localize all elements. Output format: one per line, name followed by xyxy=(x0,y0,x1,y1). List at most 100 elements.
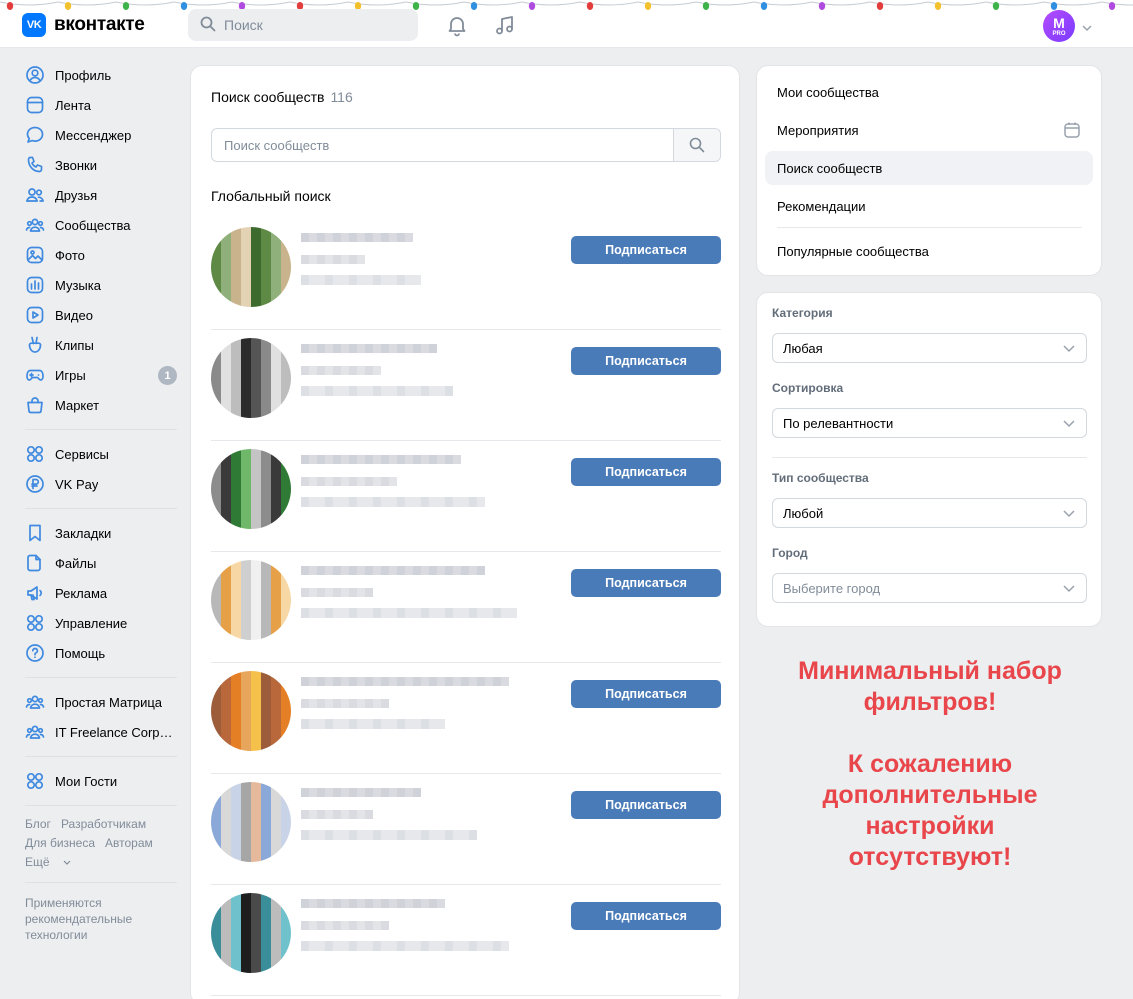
chevron-down-icon xyxy=(1062,417,1076,432)
page-title-text: Поиск сообществ xyxy=(211,89,325,105)
communities-icon xyxy=(25,722,45,742)
community-avatar[interactable] xyxy=(211,227,291,307)
sidebar-item-видео[interactable]: Видео xyxy=(22,300,182,330)
footer-link-developers[interactable]: Разработчикам xyxy=(61,817,146,831)
sidebar-item-звонки[interactable]: Звонки xyxy=(22,150,182,180)
footer-link-more[interactable]: Ещё xyxy=(25,855,71,869)
search-button[interactable] xyxy=(673,129,720,161)
community-type-select[interactable]: Любой xyxy=(772,498,1087,528)
sidebar-divider xyxy=(25,508,177,509)
category-select[interactable]: Любая xyxy=(772,333,1087,363)
category-label: Категория xyxy=(772,306,833,320)
subscribe-button[interactable]: Подписаться xyxy=(571,347,721,375)
user-avatar[interactable]: M PRO xyxy=(1043,10,1075,42)
city-placeholder: Выберите город xyxy=(783,580,881,596)
sidebar-item-сообщества[interactable]: Сообщества xyxy=(22,210,182,240)
sidebar-item-label: Музыка xyxy=(55,277,101,293)
sidebar-item-клипы[interactable]: Клипы xyxy=(22,330,182,360)
sidebar-item-профиль[interactable]: Профиль xyxy=(22,60,182,90)
footer-link-more-label: Ещё xyxy=(25,855,50,869)
sidebar-item-файлы[interactable]: Файлы xyxy=(22,548,182,578)
sidebar-item-маркет[interactable]: Маркет xyxy=(22,390,182,420)
footer-link-authors[interactable]: Авторам xyxy=(105,836,153,850)
sidebar-item-лента[interactable]: Лента xyxy=(22,90,182,120)
bell-icon[interactable] xyxy=(445,13,469,37)
sidebar-item-игры[interactable]: Игры 1 xyxy=(22,360,182,390)
sort-select[interactable]: По релевантности xyxy=(772,408,1087,438)
video-icon xyxy=(25,305,45,325)
sidebar-item-label: Мессенджер xyxy=(55,127,132,143)
help-icon xyxy=(25,643,45,663)
file-icon xyxy=(25,553,45,573)
games-icon xyxy=(25,365,45,385)
footer-link-blog[interactable]: Блог xyxy=(25,817,51,831)
subscribe-button[interactable]: Подписаться xyxy=(571,791,721,819)
sidebar-group-guests: Мои Гости xyxy=(22,766,182,796)
sidebar-item-реклама[interactable]: Реклама xyxy=(22,578,182,608)
services-icon xyxy=(25,771,45,791)
community-row[interactable]: Подписаться xyxy=(211,330,721,441)
community-avatar[interactable] xyxy=(211,782,291,862)
sidebar-item-простая-матрица[interactable]: Простая Матрица xyxy=(22,687,182,717)
community-avatar[interactable] xyxy=(211,671,291,751)
city-select[interactable]: Выберите город xyxy=(772,573,1087,603)
sidebar-item-мессенджер[interactable]: Мессенджер xyxy=(22,120,182,150)
communities-nav-panel: Мои сообщества Мероприятия Поиск сообщес… xyxy=(756,65,1102,276)
subscribe-button[interactable]: Подписаться xyxy=(571,569,721,597)
sidebar-item-label: Друзья xyxy=(55,187,98,203)
sidebar-item-управление[interactable]: Управление xyxy=(22,608,182,638)
annotation-line-6: отсутствуют! xyxy=(848,843,1012,871)
annotation-line-4: дополнительные xyxy=(822,781,1038,809)
nav-popular-communities[interactable]: Популярные сообщества xyxy=(765,234,1093,268)
sidebar-item-музыка[interactable]: Музыка xyxy=(22,270,182,300)
sidebar-item-сервисы[interactable]: Сервисы xyxy=(22,439,182,469)
sidebar-item-закладки[interactable]: Закладки xyxy=(22,518,182,548)
sidebar-item-помощь[interactable]: Помощь xyxy=(22,638,182,668)
sidebar-item-фото[interactable]: Фото xyxy=(22,240,182,270)
sidebar-item-label: Лента xyxy=(55,97,91,113)
vk-logo[interactable]: VK вконтакте xyxy=(22,13,145,37)
results-count: 116 xyxy=(330,89,353,105)
sidebar-item-it-freelance-corporation[interactable]: IT Freelance Corporation xyxy=(22,717,182,747)
notification-badge: 1 xyxy=(158,366,177,385)
header-search-input[interactable]: Поиск xyxy=(188,9,418,41)
community-row[interactable]: Подписаться xyxy=(211,663,721,774)
communities-search-field[interactable]: Поиск сообществ xyxy=(211,128,721,162)
music-icon xyxy=(25,275,45,295)
sidebar-item-label: Профиль xyxy=(55,67,112,83)
nav-recommendations[interactable]: Рекомендации xyxy=(765,189,1093,223)
vk-logo-text: вконтакте xyxy=(54,14,145,35)
community-avatar[interactable] xyxy=(211,338,291,418)
sidebar-item-мои-гости[interactable]: Мои Гости xyxy=(22,766,182,796)
sidebar-item-label: Управление xyxy=(55,615,128,631)
subscribe-button[interactable]: Подписаться xyxy=(571,680,721,708)
subscribe-button[interactable]: Подписаться xyxy=(571,236,721,264)
annotation-line-2: фильтров! xyxy=(863,688,997,716)
community-row[interactable]: Подписаться xyxy=(211,552,721,663)
nav-my-communities[interactable]: Мои сообщества xyxy=(765,75,1093,109)
nav-events[interactable]: Мероприятия xyxy=(765,113,1093,147)
nav-communities-search[interactable]: Поиск сообществ xyxy=(765,151,1093,185)
chevron-down-icon[interactable] xyxy=(1082,20,1092,35)
sidebar-item-vk-pay[interactable]: VK Pay xyxy=(22,469,182,499)
sidebar-divider xyxy=(25,882,177,883)
communities-icon xyxy=(25,215,45,235)
subscribe-button[interactable]: Подписаться xyxy=(571,902,721,930)
sidebar-item-label: Помощь xyxy=(55,645,106,661)
community-avatar[interactable] xyxy=(211,449,291,529)
community-avatar[interactable] xyxy=(211,560,291,640)
music-note-icon[interactable] xyxy=(493,13,517,37)
community-row[interactable]: Подписаться xyxy=(211,774,721,885)
bookmark-icon xyxy=(25,523,45,543)
search-icon xyxy=(689,137,705,153)
footer-link-business[interactable]: Для бизнеса xyxy=(25,836,95,850)
sidebar-item-друзья[interactable]: Друзья xyxy=(22,180,182,210)
community-avatar[interactable] xyxy=(211,893,291,973)
community-row[interactable]: Подписаться xyxy=(211,441,721,552)
communities-search-input[interactable]: Поиск сообществ xyxy=(212,129,673,161)
community-row[interactable]: Подписаться xyxy=(211,219,721,330)
subscribe-button[interactable]: Подписаться xyxy=(571,458,721,486)
sidebar-item-label: Звонки xyxy=(55,157,97,173)
search-icon xyxy=(200,16,216,35)
community-row[interactable]: Подписаться xyxy=(211,885,721,996)
